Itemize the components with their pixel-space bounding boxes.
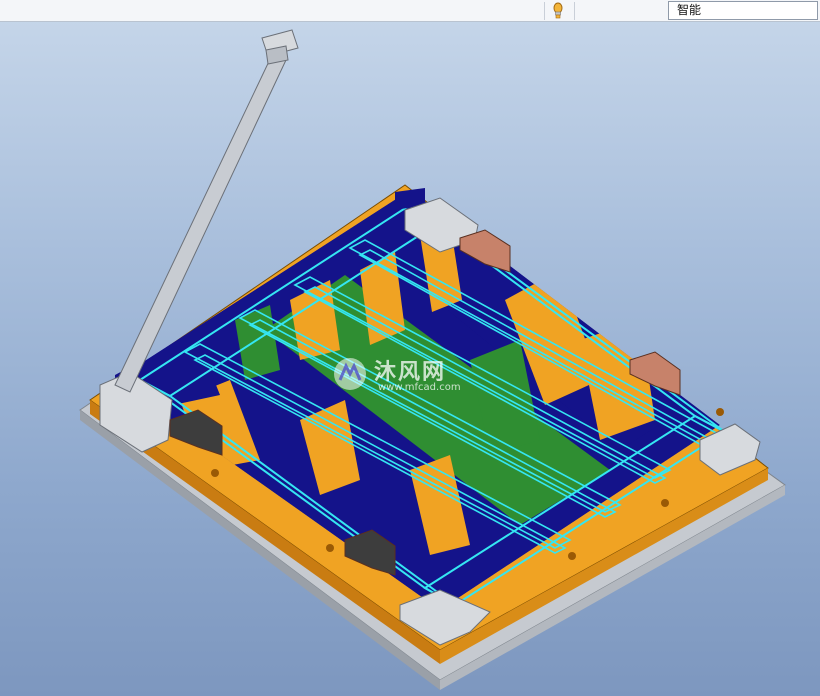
watermark-url: www.mfcad.com: [378, 382, 461, 393]
toolbar-separator: [544, 2, 545, 20]
selection-filter-field[interactable]: 智能: [668, 1, 818, 20]
watermark: 沐风网 www.mfcad.com: [330, 352, 500, 402]
top-toolbar: 智能: [0, 0, 820, 22]
light-bulb-icon[interactable]: [551, 2, 565, 20]
toolbar-separator: [574, 2, 575, 20]
mfcad-logo-icon: [334, 358, 366, 390]
model-viewport[interactable]: 沐风网 www.mfcad.com: [0, 22, 820, 696]
